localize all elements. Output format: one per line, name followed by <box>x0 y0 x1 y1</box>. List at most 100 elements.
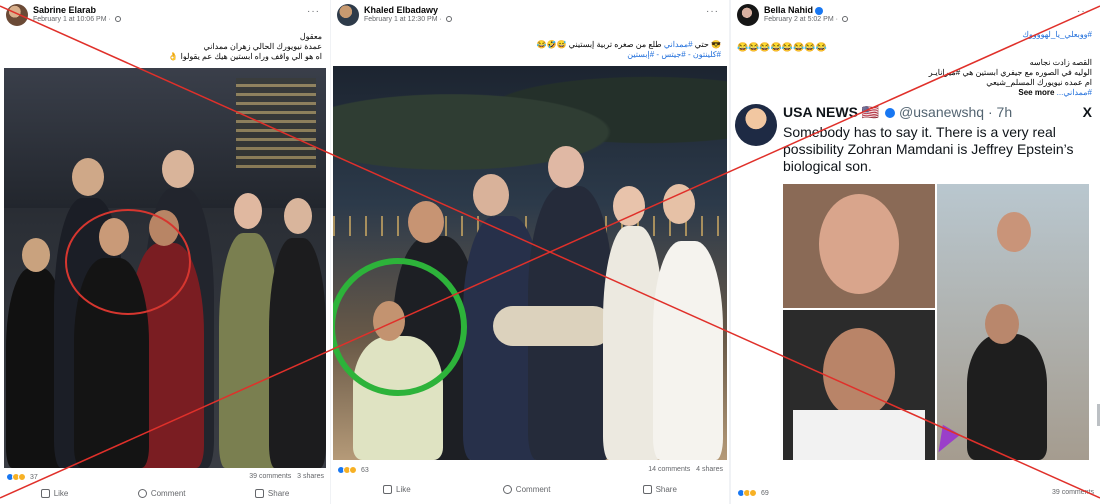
collage-canvas: Sabrine Elarab February 1 at 10:06 PM · … <box>0 0 1100 504</box>
post-khaled: Khaled Elbadawy February 1 at 12:30 PM ·… <box>331 0 729 504</box>
comment-icon <box>502 484 512 494</box>
post-header: Khaled Elbadawy February 1 at 12:30 PM ·… <box>337 4 723 30</box>
engagement-counts: 14 comments 4 shares <box>648 466 723 473</box>
hashtag-link[interactable]: #ممداني <box>664 40 693 49</box>
reaction-summary[interactable]: 63 <box>337 466 369 474</box>
globe-icon <box>114 16 121 23</box>
timestamp-text[interactable]: February 1 at 12:30 PM <box>364 16 438 23</box>
wow-reaction-icon <box>349 466 357 474</box>
photo-face <box>473 174 509 216</box>
caption-line: القصه زادت نجاسه <box>1029 58 1092 67</box>
shares-count[interactable]: 4 shares <box>696 466 723 473</box>
post-actions: Like Comment Share <box>6 486 324 500</box>
more-options-icon[interactable]: ··· <box>307 6 320 17</box>
post-actions: Like Comment Share <box>337 482 723 496</box>
tweet-text: Somebody has to say it. There is a very … <box>783 124 1074 174</box>
wow-reaction-icon <box>18 473 26 481</box>
caption-line: اه هو الي واقف وراه ابستين هيك عم يقولوا… <box>168 52 322 61</box>
comment-icon <box>137 488 147 498</box>
tweet-image-epstein <box>783 184 935 308</box>
caption-line: ام عمده نيويورك المسلم_شيعي <box>986 78 1092 87</box>
photo-face <box>663 184 695 224</box>
photo-face <box>284 198 312 234</box>
post-photo[interactable] <box>4 68 326 468</box>
photo-face <box>548 146 584 188</box>
comment-button[interactable]: Comment <box>137 488 186 498</box>
post-caption: معقول عمدة نيويورك الحالي زهران ممداني ا… <box>168 32 322 62</box>
verified-badge-icon <box>885 108 896 119</box>
globe-icon <box>841 16 848 23</box>
photo-figure <box>653 241 723 460</box>
post-stats: 69 39 comments <box>737 489 1094 501</box>
photo-face <box>72 158 104 196</box>
author-name[interactable]: Bella Nahid <box>764 5 824 15</box>
photo-face <box>613 186 645 226</box>
post-header: Bella Nahid February 2 at 5:02 PM · ··· <box>737 4 1094 30</box>
reaction-count[interactable]: 69 <box>761 490 769 497</box>
photo-figure <box>269 238 326 468</box>
engagement-counts: 39 comments <box>1052 489 1094 496</box>
photo-face <box>819 194 899 294</box>
post-sabrine: Sabrine Elarab February 1 at 10:06 PM · … <box>0 0 330 504</box>
hashtag-link[interactable]: #ممداني... <box>1057 88 1092 97</box>
reaction-summary[interactable]: 69 <box>737 489 769 497</box>
photo-legs <box>493 306 613 346</box>
post-caption: #ووبعلي_يا_لهووووك <box>1022 30 1092 40</box>
reaction-count[interactable]: 37 <box>30 474 38 481</box>
reaction-count[interactable]: 63 <box>361 467 369 474</box>
photo-face <box>823 328 895 418</box>
tweet-header: USA NEWS 🇺🇸 @usanewshq · 7h <box>783 104 1013 120</box>
caption-line: عمدة نيويورك الحالي زهران ممداني <box>203 42 322 51</box>
green-highlight-circle <box>333 258 467 396</box>
post-caption: 😎 حتي #ممداني طلع من صغره تربية إبستيني … <box>537 40 721 60</box>
verified-badge-icon <box>815 6 824 15</box>
photo-windows <box>236 78 316 168</box>
more-options-icon[interactable]: ··· <box>706 6 719 17</box>
wow-reaction-icon <box>749 489 757 497</box>
like-button[interactable]: Like <box>40 488 69 498</box>
share-button[interactable]: Share <box>642 484 677 494</box>
share-button[interactable]: Share <box>254 488 289 498</box>
author-name[interactable]: Sabrine Elarab <box>33 5 96 15</box>
author-name[interactable]: Khaled Elbadawy <box>364 5 438 15</box>
photo-face <box>149 210 179 246</box>
comments-count[interactable]: 39 comments <box>249 473 291 480</box>
caption-line: #ممداني... See more <box>929 88 1092 98</box>
photo-face <box>99 218 129 256</box>
caption-line: معقول <box>299 32 322 41</box>
post-bella: Bella Nahid February 2 at 5:02 PM · ··· … <box>731 0 1100 504</box>
more-options-icon[interactable]: ··· <box>1077 6 1090 17</box>
photo-face <box>408 201 444 243</box>
comments-count[interactable]: 14 comments <box>648 466 690 473</box>
tweet-image-beach <box>937 184 1089 460</box>
avatar[interactable] <box>337 4 359 26</box>
post-timestamp[interactable]: February 1 at 10:06 PM · <box>33 16 121 23</box>
comments-count[interactable]: 39 comments <box>1052 489 1094 496</box>
emoji-row: 😂😂😂😂😂😂😂😂 <box>737 42 827 52</box>
comment-button[interactable]: Comment <box>502 484 550 494</box>
shares-count[interactable]: 3 shares <box>297 473 324 480</box>
photo-figure <box>74 258 149 468</box>
hashtag-link[interactable]: #ووبعلي_يا_لهووووك <box>1022 30 1092 40</box>
reaction-summary[interactable]: 37 <box>6 473 38 481</box>
post-timestamp[interactable]: February 2 at 5:02 PM · <box>764 16 848 23</box>
timestamp-text[interactable]: February 1 at 10:06 PM <box>33 16 107 23</box>
like-label: Like <box>396 484 411 494</box>
post-photo[interactable] <box>333 66 727 460</box>
like-button[interactable]: Like <box>383 484 411 494</box>
photo-face <box>22 238 50 272</box>
post-timestamp[interactable]: February 1 at 12:30 PM · <box>364 16 452 23</box>
hashtag-link[interactable]: #كلينتون - #جيتس - #إبستين <box>537 50 721 60</box>
avatar[interactable] <box>737 4 759 26</box>
like-label: Like <box>53 488 69 498</box>
photo-document <box>793 410 925 460</box>
see-more-link[interactable]: See more <box>1018 88 1054 97</box>
photo-face <box>162 150 194 188</box>
tweet-image-man <box>783 310 935 460</box>
share-icon <box>254 488 264 498</box>
timestamp-text[interactable]: February 2 at 5:02 PM <box>764 16 834 23</box>
photo-face <box>234 193 262 229</box>
thumbs-up-icon <box>40 488 50 498</box>
post-photo[interactable]: USA NEWS 🇺🇸 @usanewshq · 7h X Somebody h… <box>731 98 1100 484</box>
avatar[interactable] <box>6 4 28 26</box>
